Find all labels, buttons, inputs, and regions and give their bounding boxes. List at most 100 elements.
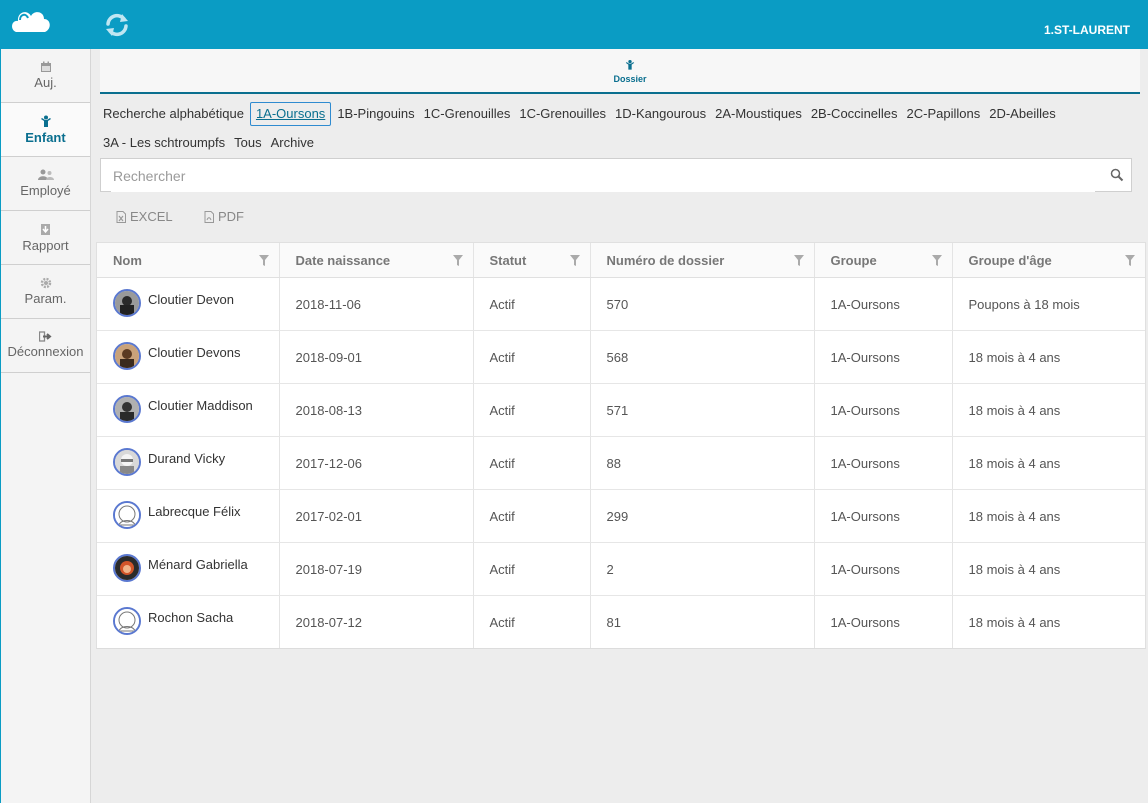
excel-file-icon — [116, 211, 126, 223]
filter-icon[interactable] — [258, 255, 269, 266]
tab-1a-oursons[interactable]: 1A-Oursons — [249, 102, 332, 126]
excel-export-button[interactable]: EXCEL — [116, 209, 173, 224]
table-body: Cloutier Devon 2018-11-06 Actif 570 1A-O… — [97, 277, 1145, 648]
child-name: Cloutier Devons — [148, 345, 241, 360]
child-name: Durand Vicky — [148, 451, 226, 466]
cell-groupe: 1A-Oursons — [814, 489, 953, 543]
tab-2c-papillons[interactable]: 2C-Papillons — [904, 99, 984, 128]
column-header-groupe[interactable]: Groupe — [814, 243, 953, 278]
avatar — [113, 554, 141, 582]
column-header-label: Statut — [489, 252, 527, 268]
placeholder-avatar-icon — [115, 609, 139, 633]
cell-nom[interactable]: Cloutier Devon — [97, 277, 280, 331]
sidebar-item-label: Employé — [20, 183, 71, 198]
filter-icon[interactable] — [793, 255, 804, 266]
tab-1c-grenouilles[interactable]: 1C-Grenouilles — [421, 99, 514, 128]
cell-groupe: 1A-Oursons — [814, 595, 953, 648]
avatar — [113, 395, 141, 423]
breadcrumb-dossier[interactable]: Dossier — [600, 59, 660, 84]
column-header-nom[interactable]: Nom — [97, 243, 280, 278]
column-header-label: Numéro de dossier — [606, 252, 725, 268]
breadcrumb: Dossier — [100, 49, 1140, 94]
site-name[interactable]: 1.ST-LAURENT — [1044, 23, 1130, 37]
avatar — [113, 289, 141, 317]
table-row[interactable]: Cloutier Devon 2018-11-06 Actif 570 1A-O… — [97, 277, 1145, 331]
tab-recherche-alphabetique[interactable]: Recherche alphabétique — [100, 99, 247, 128]
cell-groupe-age: 18 mois à 4 ans — [952, 542, 1145, 596]
child-name: Ménard Gabriella — [148, 557, 248, 572]
pdf-export-button[interactable]: PDF — [204, 209, 244, 224]
filter-icon[interactable] — [452, 255, 463, 266]
cell-groupe: 1A-Oursons — [814, 330, 953, 384]
table-row[interactable]: Cloutier Maddison 2018-08-13 Actif 571 1… — [97, 383, 1145, 437]
calendar-icon — [40, 61, 51, 72]
tab-tous[interactable]: Tous — [231, 128, 264, 157]
cell-date: 2018-11-06 — [279, 277, 474, 331]
cell-numero: 570 — [590, 277, 815, 331]
child-icon — [625, 60, 635, 70]
cell-groupe: 1A-Oursons — [814, 542, 953, 596]
cell-numero: 568 — [590, 330, 815, 384]
breadcrumb-label: Dossier — [613, 74, 647, 84]
tab-3a-les-schtroumpfs[interactable]: 3A - Les schtroumpfs — [100, 128, 228, 157]
pdf-label: PDF — [218, 209, 244, 224]
column-header-numero-dossier[interactable]: Numéro de dossier — [590, 243, 815, 278]
table-row[interactable]: Cloutier Devons 2018-09-01 Actif 568 1A-… — [97, 330, 1145, 384]
cell-date: 2018-07-19 — [279, 542, 474, 596]
cell-numero: 299 — [590, 489, 815, 543]
cell-groupe: 1A-Oursons — [814, 277, 953, 331]
tab-archive[interactable]: Archive — [268, 128, 317, 157]
table-row[interactable]: Ménard Gabriella 2018-07-19 Actif 2 1A-O… — [97, 542, 1145, 596]
search-box — [100, 158, 1132, 192]
child-icon — [40, 115, 51, 127]
refresh-icon[interactable] — [103, 11, 131, 39]
sidebar-item-label: Enfant — [25, 130, 66, 145]
search-icon[interactable] — [1110, 168, 1124, 182]
sidebar-item-enfant[interactable]: Enfant — [1, 103, 90, 157]
column-header-date-naissance[interactable]: Date naissance — [279, 243, 474, 278]
cell-statut: Actif — [473, 542, 591, 596]
cell-nom[interactable]: Rochon Sacha — [97, 595, 280, 648]
table-row[interactable]: Durand Vicky 2017-12-06 Actif 88 1A-Ours… — [97, 436, 1145, 490]
child-name: Labrecque Félix — [148, 504, 241, 519]
cell-date: 2018-08-13 — [279, 383, 474, 437]
table-row[interactable]: Rochon Sacha 2018-07-12 Actif 81 1A-Ours… — [97, 595, 1145, 648]
children-table: Nom Date naissance Statut Numéro de doss… — [96, 242, 1146, 649]
main-content: Dossier Recherche alphabétique 1A-Oursons… — [92, 49, 1148, 803]
filter-icon[interactable] — [569, 255, 580, 266]
sidebar-item-auj[interactable]: Auj. — [1, 49, 90, 103]
sidebar-item-param[interactable]: Param. — [1, 265, 90, 319]
filter-icon[interactable] — [931, 255, 942, 266]
search-input[interactable] — [111, 160, 1095, 192]
cell-nom[interactable]: Cloutier Maddison — [97, 383, 280, 437]
cell-groupe-age: 18 mois à 4 ans — [952, 383, 1145, 437]
tab-2b-coccinelles[interactable]: 2B-Coccinelles — [808, 99, 901, 128]
child-photo-icon — [115, 291, 139, 315]
sidebar: Auj. Enfant Employé Rapport Param. Décon… — [0, 49, 91, 803]
tab-1b-pingouins[interactable]: 1B-Pingouins — [334, 99, 417, 128]
cell-nom[interactable]: Ménard Gabriella — [97, 542, 280, 596]
cell-groupe: 1A-Oursons — [814, 436, 953, 490]
tab-2d-abeilles[interactable]: 2D-Abeilles — [986, 99, 1058, 128]
cell-statut: Actif — [473, 489, 591, 543]
cell-groupe-age: 18 mois à 4 ans — [952, 330, 1145, 384]
table-row[interactable]: Labrecque Félix 2017-02-01 Actif 299 1A-… — [97, 489, 1145, 543]
sidebar-item-employe[interactable]: Employé — [1, 157, 90, 211]
child-name: Cloutier Devon — [148, 292, 234, 307]
cell-nom[interactable]: Cloutier Devons — [97, 330, 280, 384]
sidebar-item-rapport[interactable]: Rapport — [1, 211, 90, 265]
cloud-logo-icon[interactable] — [10, 6, 52, 40]
logout-icon — [39, 331, 52, 342]
tab-1c-grenouilles-2[interactable]: 1C-Grenouilles — [516, 99, 609, 128]
tab-1d-kangourous[interactable]: 1D-Kangourous — [612, 99, 709, 128]
column-header-groupe-age[interactable]: Groupe d'âge — [952, 243, 1145, 278]
tab-2a-moustiques[interactable]: 2A-Moustiques — [712, 99, 805, 128]
cell-nom[interactable]: Labrecque Félix — [97, 489, 280, 543]
cell-numero: 571 — [590, 383, 815, 437]
cell-statut: Actif — [473, 277, 591, 331]
placeholder-avatar-icon — [115, 503, 139, 527]
cell-nom[interactable]: Durand Vicky — [97, 436, 280, 490]
column-header-statut[interactable]: Statut — [473, 243, 591, 278]
sidebar-item-deconnexion[interactable]: Déconnexion — [1, 319, 90, 373]
filter-icon[interactable] — [1125, 255, 1135, 266]
